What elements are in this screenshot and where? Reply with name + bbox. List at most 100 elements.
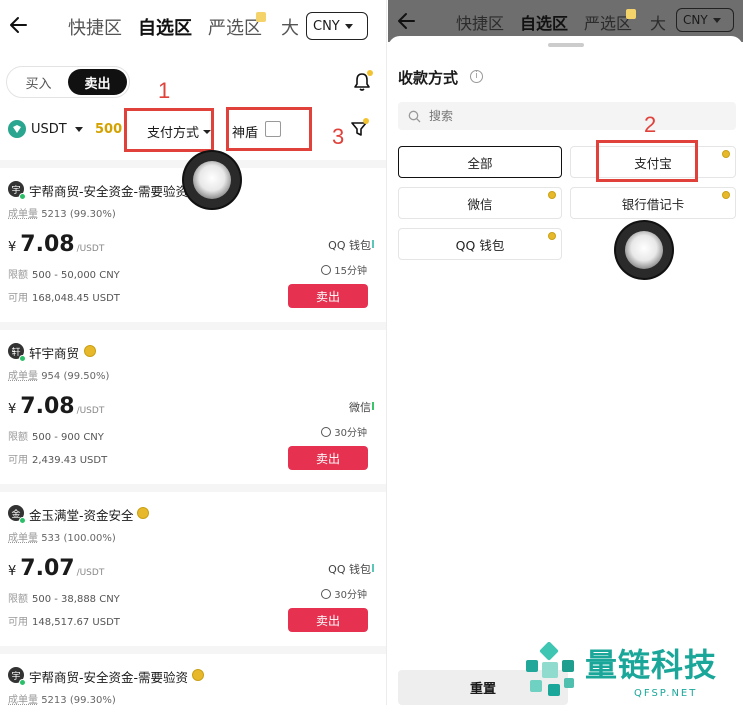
payment-method-screen: 快捷区 自选区 严选区 大 CNY 收款方式 i 全部 支付宝 微信 [388,0,743,705]
sell-button[interactable]: 卖出 [288,608,368,632]
time-value: 30分钟 [334,428,367,439]
option-wechat[interactable]: 微信 [398,187,562,219]
sell-button[interactable]: 卖出 [288,284,368,308]
currency-select[interactable]: CNY [306,12,368,40]
annotation-number-1: 1 [158,78,171,103]
merchant-name[interactable]: 轩宇商贸 [29,343,79,362]
annotation-number-2: 2 [644,112,657,137]
annotation-number-3: 3 [332,124,345,149]
completion-rate: (99.30%) [69,209,116,220]
trade-list-screen: 快捷区 自选区 严选区 大 CNY 买入 卖出 USDT 500 支付方式 神盾 [0,0,387,705]
filter-dot [363,118,369,124]
option-label: QQ 钱包 [455,237,505,253]
price: 7.07 [20,556,75,581]
merchant-stats: 成单量 954 (99.50%) [8,367,109,382]
payment-method-sheet: 收款方式 i 全部 支付宝 微信 银行借记卡 QQ 钱包 重置 [388,36,743,705]
tab-strict[interactable]: 严选区 [584,10,632,34]
time-value: 30分钟 [334,590,367,601]
verified-badge-icon [137,507,149,519]
trade-count: 954 [41,371,61,382]
currency-select[interactable]: CNY [676,8,734,32]
currency-sign: ¥ [8,564,17,579]
limit-row: 限额 500 - 38,888 CNY [8,590,120,605]
merchant-name[interactable]: 金玉满堂-资金安全 [29,505,134,524]
tab-strict[interactable]: 严选区 [208,14,262,40]
sell-toggle-button[interactable]: 卖出 [68,69,127,95]
price-unit: /USDT [76,568,105,578]
verified-badge-icon [84,345,96,357]
sell-button[interactable]: 卖出 [288,446,368,470]
limit-row: 限额 500 - 900 CNY [8,428,104,443]
currency-sign: ¥ [8,402,17,417]
currency-value: CNY [683,13,708,27]
tab-large[interactable]: 大 [281,14,299,40]
limit-value: 500 - 900 CNY [32,432,104,443]
available-label: 可用 [8,293,28,304]
available-label: 可用 [8,455,28,466]
limit-label: 限额 [8,594,28,605]
merchant-stats: 成单量 533 (100.00%) [8,529,116,544]
info-icon[interactable]: i [470,70,483,83]
chevron-down-icon [344,23,353,29]
chevron-down-icon [712,17,721,23]
price-row: ¥ 7.08 /USDT [8,232,104,257]
top-navigation: 快捷区 自选区 严选区 大 CNY [0,0,386,52]
trades-label: 成单量 [8,209,38,220]
sheet-grab-handle[interactable] [548,43,584,47]
online-indicator [19,517,26,524]
merchant-name[interactable]: 宇帮商贸-安全资金-需要验资 [29,667,188,686]
payment-color-bar [372,402,374,410]
option-bank-debit-card[interactable]: 银行借记卡 [570,187,736,219]
clock-icon [321,588,332,599]
option-qq-wallet[interactable]: QQ 钱包 [398,228,562,260]
tab-selected[interactable]: 自选区 [138,14,192,40]
sheet-title: 收款方式 [398,69,459,87]
annotation-box-3 [226,107,312,151]
tab-quick[interactable]: 快捷区 [456,10,504,34]
merchant-listing: 宇 宇帮商贸-安全资金-需要验资 成单量 5213 (99.30%) [0,646,386,705]
limit-value: 500 - 38,888 CNY [32,594,120,605]
option-all[interactable]: 全部 [398,146,562,178]
clock-icon [321,264,332,275]
price: 7.08 [20,232,75,257]
merchant-listing: 金 金玉满堂-资金安全 成单量 533 (100.00%) ¥ 7.07 /US… [0,484,386,646]
clock-icon [321,426,332,437]
limit-row: 限额 500 - 50,000 CNY [8,266,120,281]
time-limit: 30分钟 [321,586,367,601]
merchant-listing: 轩 轩宇商贸 成单量 954 (99.50%) ¥ 7.08 /USDT 限额 5… [0,322,386,484]
amount-filter[interactable]: 500 [95,122,122,137]
merchant-name[interactable]: 宇帮商贸-安全资金-需要验资 [29,181,188,200]
tab-quick[interactable]: 快捷区 [68,14,122,40]
payment-color-bar [372,240,374,248]
asset-select[interactable]: USDT [31,122,83,137]
tab-large[interactable]: 大 [650,10,666,34]
back-arrow-icon[interactable] [8,12,30,38]
new-badge-icon [626,9,636,19]
tab-selected[interactable]: 自选区 [520,10,568,34]
trade-count: 5213 [41,209,67,220]
gold-badge-icon [548,232,556,240]
search-icon [408,110,421,122]
price-row: ¥ 7.07 /USDT [8,556,104,581]
trades-label: 成单量 [8,695,38,705]
completion-rate: (100.00%) [63,533,116,544]
online-indicator [19,355,26,362]
new-badge-icon [256,12,266,22]
gold-badge-icon [722,191,730,199]
buy-button[interactable]: 买入 [9,69,68,95]
notification-dot [367,70,373,76]
available-label: 可用 [8,617,28,628]
limit-label: 限额 [8,270,28,281]
search-input[interactable] [429,109,709,123]
search-box [398,102,736,130]
back-arrow-icon[interactable] [396,8,418,34]
time-value: 15分钟 [334,266,367,277]
annotation-box-2 [596,140,698,182]
payment-method: 微信 [349,401,371,414]
time-limit: 30分钟 [321,424,367,439]
trade-count: 533 [41,533,61,544]
price-row: ¥ 7.08 /USDT [8,394,104,419]
usdt-icon [8,120,26,138]
watermark-text: 量链科技 [585,646,718,684]
buy-sell-toggle: 买入 卖出 [6,66,130,98]
